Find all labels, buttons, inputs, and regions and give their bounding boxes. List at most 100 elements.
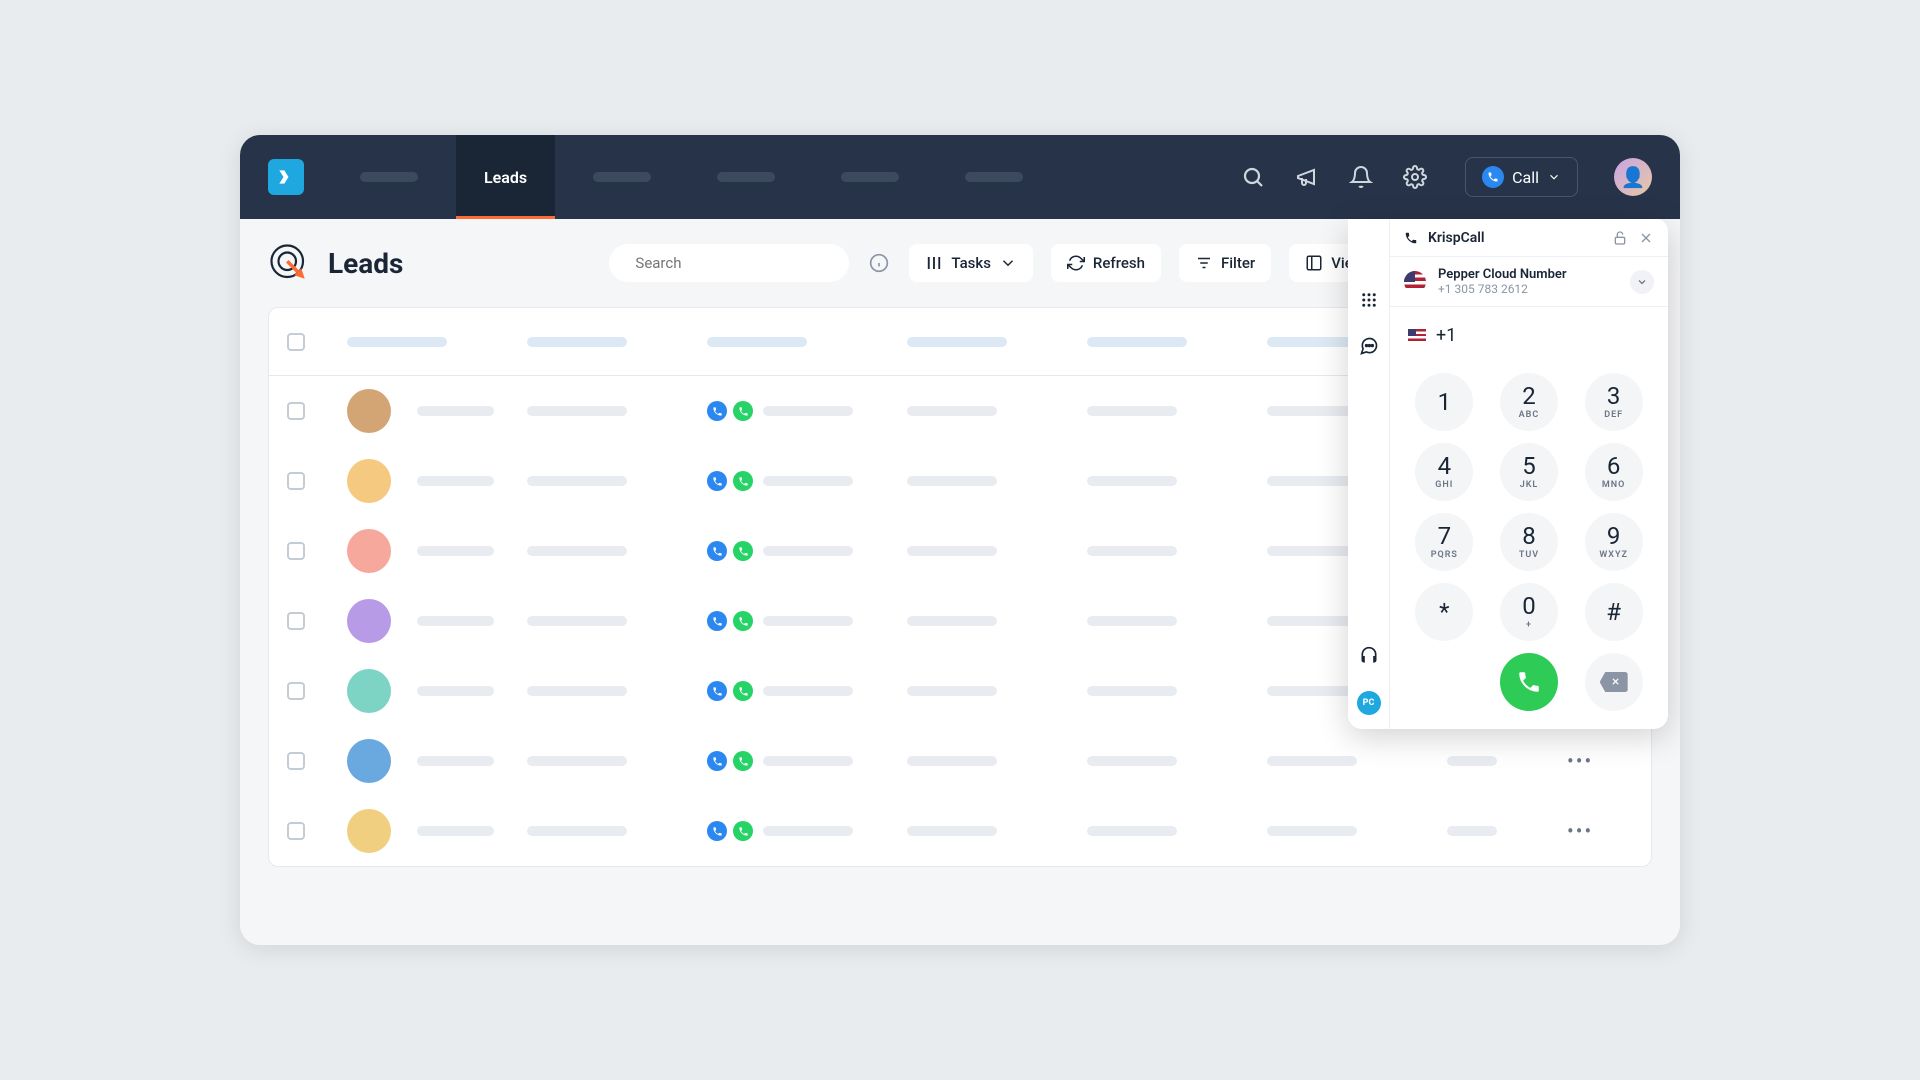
cell [1087,616,1177,626]
search-input[interactable] [635,254,834,272]
pc-badge[interactable]: PC [1357,691,1381,715]
whatsapp-icon[interactable] [733,401,753,421]
select-all-checkbox[interactable] [287,333,305,351]
row-checkbox[interactable] [287,682,305,700]
phone-icon[interactable] [707,541,727,561]
whatsapp-icon[interactable] [733,681,753,701]
refresh-icon [1067,254,1085,272]
lead-avatar[interactable] [347,389,391,433]
lock-icon[interactable] [1612,230,1628,246]
nav-tab-placeholder[interactable] [937,135,1051,219]
key-digit: 3 [1607,384,1621,408]
whatsapp-icon[interactable] [733,751,753,771]
chevron-down-icon[interactable] [1630,270,1654,294]
user-avatar[interactable]: 👤 [1614,158,1652,196]
keypad-key-*[interactable]: * [1415,583,1473,641]
lead-avatar[interactable] [347,809,391,853]
refresh-button[interactable]: Refresh [1051,244,1161,282]
cell [763,476,853,486]
keypad-key-2[interactable]: 2ABC [1500,373,1558,431]
search-input-wrap[interactable] [609,244,849,282]
phone-icon[interactable] [707,821,727,841]
phone-icon[interactable] [707,611,727,631]
keypad-key-9[interactable]: 9WXYZ [1585,513,1643,571]
keypad-key-1[interactable]: 1 [1415,373,1473,431]
cell-name [417,686,494,696]
lead-avatar[interactable] [347,529,391,573]
nav-tab-placeholder[interactable] [565,135,679,219]
whatsapp-icon[interactable] [733,611,753,631]
keypad-key-8[interactable]: 8TUV [1500,513,1558,571]
row-checkbox[interactable] [287,542,305,560]
app-logo[interactable] [268,159,304,195]
phone-icon[interactable] [707,681,727,701]
keypad-key-4[interactable]: 4GHI [1415,443,1473,501]
nav-tab-leads[interactable]: Leads [456,135,555,219]
contact-icons [707,401,753,421]
row-checkbox[interactable] [287,752,305,770]
dial-call-button[interactable] [1500,653,1558,711]
keypad-key-5[interactable]: 5JKL [1500,443,1558,501]
key-letters: PQRS [1431,550,1458,560]
table-row[interactable]: ••• [269,726,1651,796]
apps-grid-icon[interactable] [1358,289,1380,311]
tasks-icon [925,254,943,272]
lead-avatar[interactable] [347,739,391,783]
keypad-key-3[interactable]: 3DEF [1585,373,1643,431]
chat-icon[interactable] [1358,335,1380,357]
close-icon[interactable] [1638,230,1654,246]
table-row[interactable]: ••• [269,796,1651,866]
keypad-key-7[interactable]: 7PQRS [1415,513,1473,571]
info-icon[interactable] [867,251,891,275]
more-actions-icon[interactable]: ••• [1567,819,1647,843]
gear-icon[interactable] [1403,165,1427,189]
cell [1267,826,1357,836]
search-icon[interactable] [1241,165,1265,189]
nav-tab-placeholder[interactable] [813,135,927,219]
filter-button[interactable]: Filter [1179,244,1271,282]
lead-avatar[interactable] [347,459,391,503]
phone-icon [1404,231,1418,245]
headphones-icon[interactable] [1358,645,1380,667]
lead-avatar[interactable] [347,669,391,713]
topbar-actions [1241,165,1427,189]
cell [907,616,997,626]
cell [763,406,853,416]
phone-icon[interactable] [707,471,727,491]
number-selector[interactable]: Pepper Cloud Number +1 305 783 2612 [1390,257,1668,307]
cell [527,406,627,416]
tasks-button[interactable]: Tasks [909,244,1033,282]
call-button[interactable]: Call [1465,157,1578,197]
cell [907,406,997,416]
dial-input[interactable]: +1 [1390,307,1668,363]
row-checkbox[interactable] [287,472,305,490]
phone-icon[interactable] [707,401,727,421]
cell-name [417,826,494,836]
key-digit: 5 [1522,454,1536,478]
cell [527,826,627,836]
dial-input-value: +1 [1436,325,1456,346]
contact-icons [707,611,753,631]
phone-icon[interactable] [707,751,727,771]
nav-tab-placeholder[interactable] [332,135,446,219]
backspace-button[interactable] [1585,653,1643,711]
row-checkbox[interactable] [287,612,305,630]
dialer-title: KrispCall [1428,230,1485,246]
nav-tab-placeholder[interactable] [689,135,803,219]
cell-name [417,546,494,556]
bell-icon[interactable] [1349,165,1373,189]
whatsapp-icon[interactable] [733,471,753,491]
lead-avatar[interactable] [347,599,391,643]
megaphone-icon[interactable] [1295,165,1319,189]
keypad-key-#[interactable]: # [1585,583,1643,641]
tasks-label: Tasks [951,254,991,272]
keypad-key-6[interactable]: 6MNO [1585,443,1643,501]
row-checkbox[interactable] [287,402,305,420]
whatsapp-icon[interactable] [733,821,753,841]
cell [1267,476,1357,486]
more-actions-icon[interactable]: ••• [1567,749,1647,773]
column-header [707,337,807,347]
keypad-key-0[interactable]: 0+ [1500,583,1558,641]
whatsapp-icon[interactable] [733,541,753,561]
row-checkbox[interactable] [287,822,305,840]
